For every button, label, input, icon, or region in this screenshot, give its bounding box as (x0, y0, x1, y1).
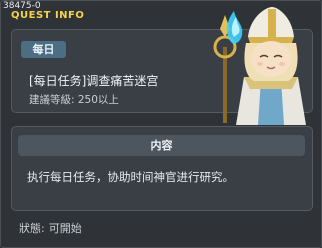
status-label: 狀態: (19, 222, 45, 235)
window-title: QUEST INFO (11, 10, 85, 21)
quest-status: 狀態: 可開始 (19, 220, 82, 236)
npc-priest-icon (213, 7, 306, 125)
quest-description: 执行每日任务，协助时间神官进行研究。 (27, 170, 234, 184)
quest-level-requirement: 建議等級: 250以上 (29, 94, 119, 106)
quest-name: [每日任务]调查痛苦迷宫 (29, 74, 159, 88)
content-header: 内容 (18, 135, 305, 156)
daily-badge: 每日 (21, 41, 66, 58)
quest-info-window: 38475-0 QUEST INFO 每日 [每日任务]调查痛苦迷宫 建議等級:… (0, 0, 322, 248)
status-value: 可開始 (48, 222, 82, 235)
